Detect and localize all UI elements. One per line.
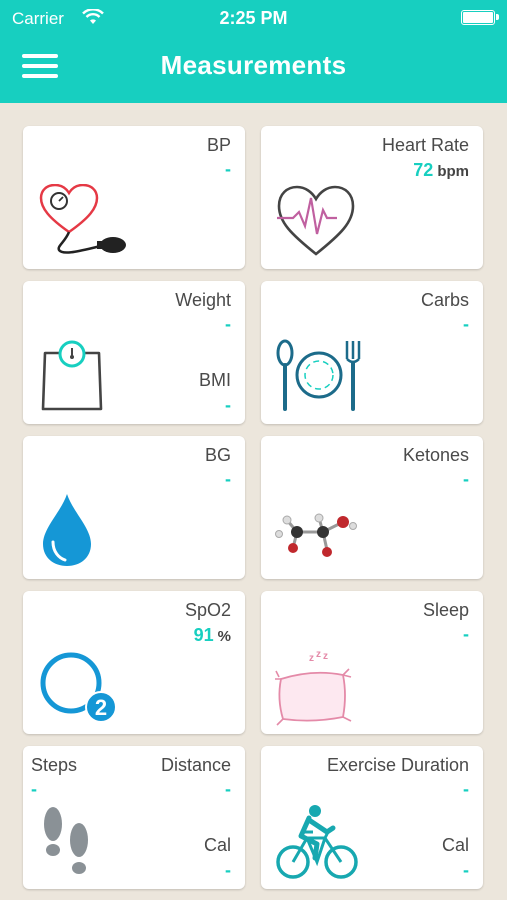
bmi-value: - <box>225 395 231 415</box>
steps-value: - <box>31 779 37 799</box>
card-exercise[interactable]: Exercise Duration - Cal - <box>261 746 483 889</box>
exercise-cal-label: Cal <box>441 835 469 855</box>
card-ketones[interactable]: Ketones - <box>261 436 483 579</box>
svg-text:2: 2 <box>95 695 107 720</box>
sleep-label: Sleep <box>422 600 469 620</box>
card-spo2[interactable]: SpO2 91% 2 <box>23 591 245 734</box>
card-sleep[interactable]: Sleep - z z z <box>261 591 483 734</box>
exercise-value: - <box>463 779 469 799</box>
plate-cutlery-icon <box>276 339 361 411</box>
heart-pulse-icon <box>277 185 355 256</box>
heart-rate-label: Heart Rate <box>381 135 469 155</box>
status-bar: Carrier 2:25 PM <box>0 0 507 36</box>
heart-rate-reading: 72 bpm <box>413 160 469 181</box>
spo2-unit: % <box>217 628 231 645</box>
svg-text:z: z <box>316 649 321 660</box>
spo2-reading: 91% <box>194 625 231 646</box>
spo2-label: SpO2 <box>184 600 231 620</box>
footprints-icon <box>44 807 88 874</box>
pillow-icon: z z z <box>275 649 352 726</box>
battery-icon <box>461 10 499 25</box>
distance-label: Distance <box>160 755 231 775</box>
page-title: Measurements <box>160 50 347 80</box>
card-carbs[interactable]: Carbs - <box>261 281 483 424</box>
heart-rate-value: 72 <box>413 160 434 180</box>
distance-value: - <box>225 779 231 799</box>
nav-header: Carrier 2:25 PM Measurements <box>0 0 507 103</box>
oxygen-o2-icon: 2 <box>40 652 117 723</box>
scale-icon <box>41 340 103 411</box>
bp-value: - <box>225 159 231 179</box>
bg-label: BG <box>204 445 231 465</box>
card-bp[interactable]: BP - <box>23 126 245 269</box>
spo2-value: 91 <box>193 625 214 645</box>
cyclist-icon <box>276 805 358 879</box>
exercise-label: Exercise Duration <box>326 755 469 775</box>
card-bg[interactable]: BG - <box>23 436 245 579</box>
bmi-label: BMI <box>198 370 231 390</box>
steps-cal-value: - <box>225 860 231 880</box>
ketones-value: - <box>463 469 469 489</box>
blood-pressure-icon <box>39 184 126 254</box>
molecule-icon <box>275 513 357 557</box>
sleep-value: - <box>463 624 469 644</box>
card-weight[interactable]: Weight - BMI - <box>23 281 245 424</box>
card-heart-rate[interactable]: Heart Rate 72 bpm <box>261 126 483 269</box>
status-time: 2:25 PM <box>219 8 288 28</box>
bp-label: BP <box>206 135 231 155</box>
svg-text:z: z <box>323 651 328 662</box>
steps-label: Steps <box>31 755 78 775</box>
weight-value: - <box>225 314 231 334</box>
bg-value: - <box>225 469 231 489</box>
exercise-cal-value: - <box>463 860 469 880</box>
svg-text:z: z <box>309 653 314 664</box>
weight-label: Weight <box>175 290 231 310</box>
card-steps[interactable]: Steps - Distance - Cal - <box>23 746 245 889</box>
carbs-value: - <box>463 314 469 334</box>
ketones-label: Ketones <box>402 445 469 465</box>
carbs-label: Carbs <box>420 290 469 310</box>
blood-drop-icon <box>43 494 91 566</box>
heart-rate-unit: bpm <box>437 163 469 180</box>
steps-cal-label: Cal <box>203 835 231 855</box>
